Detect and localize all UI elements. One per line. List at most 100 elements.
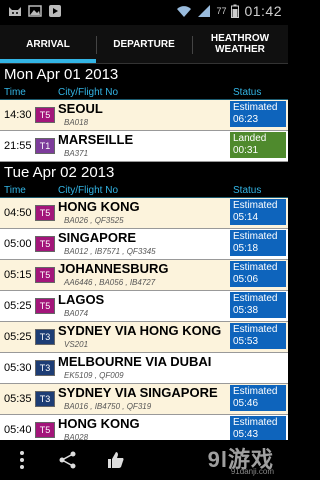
terminal-badge: T5	[35, 298, 55, 314]
flight-list[interactable]: Mon Apr 01 2013 Time City/Flight No Status 1…	[0, 64, 288, 440]
column-time-label: Time	[4, 87, 26, 98]
status-badge: Estimated 05:38	[230, 292, 286, 318]
flight-numbers: BA028	[64, 433, 89, 440]
flight-time: 05:25	[4, 331, 32, 343]
flight-row[interactable]: 05:00 T5 SINGAPORE BA012 , IB7571 , QF3345 E…	[0, 229, 288, 260]
flight-row[interactable]: 05:35 T3 SYDNEY VIA SINGAPORE BA016 , IB475…	[0, 384, 288, 415]
tab-departure[interactable]: DEPARTURE	[96, 25, 192, 63]
column-time-label: Time	[4, 185, 26, 196]
flight-time: 05:30	[4, 362, 32, 374]
tab-bar: ARRIVAL DEPARTURE HEATHROW WEATHER	[0, 25, 288, 64]
status-badge: Estimated 05:18	[230, 230, 286, 256]
column-status-label: Status	[233, 87, 262, 98]
status-badge: Estimated 05:14	[230, 199, 286, 225]
share-icon[interactable]	[58, 450, 78, 470]
column-header: Time City/Flight No Status	[0, 86, 288, 100]
flight-row[interactable]: 14:30 T5 SEOUL BA018 Estimated 06:23	[0, 100, 288, 131]
terminal-badge: T3	[35, 329, 55, 345]
flight-numbers: AA6446 , BA056 , IB4727	[64, 278, 156, 287]
flight-row[interactable]: 05:25 T5 LAGOS BA074 Estimated 05:38	[0, 291, 288, 322]
status-label: Landed	[233, 133, 267, 144]
terminal-badge: T3	[35, 360, 55, 376]
column-header: Time City/Flight No Status	[0, 184, 288, 198]
terminal-badge: T5	[35, 267, 55, 283]
status-badge: Estimated 06:23	[230, 101, 286, 127]
flight-time: 05:15	[4, 269, 32, 281]
status-label: Estimated	[233, 293, 278, 304]
tab-arrival-label: ARRIVAL	[26, 38, 70, 50]
like-icon[interactable]	[106, 450, 126, 470]
status-label: Estimated	[233, 200, 278, 211]
flight-time: 05:25	[4, 300, 32, 312]
flight-row[interactable]: 05:40 T5 HONG KONG BA028 Estimated 05:43	[0, 415, 288, 440]
status-bar: 77 01:42	[0, 0, 288, 25]
flight-city: HONG KONG	[58, 199, 140, 214]
tab-divider	[96, 36, 97, 54]
flight-city: MELBOURNE VIA DUBAI	[58, 354, 212, 369]
flight-time: 21:55	[4, 140, 32, 152]
status-label: Estimated	[233, 324, 278, 335]
status-time: 05:43	[233, 429, 259, 440]
image-icon	[28, 5, 42, 17]
flight-city: SYDNEY VIA HONG KONG	[58, 323, 222, 338]
status-time: 05:18	[233, 243, 259, 254]
status-badge: Estimated 05:43	[230, 416, 286, 440]
battery-level: 77	[216, 6, 227, 16]
status-badge: Estimated 05:46	[230, 385, 286, 411]
tab-departure-label: DEPARTURE	[113, 38, 175, 50]
terminal-badge: T5	[35, 236, 55, 252]
date-header: Tue Apr 02 2013	[4, 164, 115, 181]
column-city-label: City/Flight No	[58, 87, 119, 98]
tab-weather-label: HEATHROW WEATHER	[210, 33, 270, 55]
flight-numbers: BA016 , IB4750 , QF319	[64, 402, 152, 411]
flight-row[interactable]: 21:55 T1 MARSEILLE BA371 Landed 00:31	[0, 131, 288, 162]
flight-numbers: VS201	[64, 340, 89, 349]
terminal-badge: T5	[35, 107, 55, 123]
flight-time: 04:50	[4, 207, 32, 219]
flight-row[interactable]: 05:25 T3 SYDNEY VIA HONG KONG VS201 Estimate…	[0, 322, 288, 353]
flight-city: LAGOS	[58, 292, 105, 307]
tab-divider	[192, 36, 193, 54]
flight-row[interactable]: 05:30 T3 MELBOURNE VIA DUBAI EK5109 , QF009	[0, 353, 288, 384]
tab-arrival[interactable]: ARRIVAL	[0, 25, 96, 63]
flight-city: HONG KONG	[58, 416, 140, 431]
flight-numbers: BA371	[64, 149, 89, 158]
signal-icon	[198, 5, 211, 17]
clock: 01:42	[244, 3, 282, 19]
column-status-label: Status	[233, 185, 262, 196]
action-bar: 9l游戏 91danji.com	[0, 440, 288, 480]
play-store-icon	[49, 5, 61, 17]
battery-icon	[231, 4, 240, 18]
status-time: 05:46	[233, 398, 259, 409]
flight-city: SEOUL	[58, 101, 103, 116]
flight-city: SYDNEY VIA SINGAPORE	[58, 385, 218, 400]
status-label: Estimated	[233, 417, 278, 428]
status-badge: Estimated 05:06	[230, 261, 286, 287]
status-label: Estimated	[233, 262, 278, 273]
flight-row[interactable]: 04:50 T5 HONG KONG BA026 , QF3525 Estimated 0…	[0, 198, 288, 229]
flight-time: 14:30	[4, 109, 32, 121]
terminal-badge: T1	[35, 138, 55, 154]
flight-numbers: BA026 , QF3525	[64, 216, 124, 225]
status-label: Estimated	[233, 386, 278, 397]
status-badge: Estimated 05:53	[230, 323, 286, 349]
column-city-label: City/Flight No	[58, 185, 119, 196]
flight-city: SINGAPORE	[58, 230, 137, 245]
watermark-url: 91danji.com	[230, 467, 274, 476]
terminal-badge: T3	[35, 391, 55, 407]
status-time: 00:31	[233, 145, 259, 156]
overflow-menu-icon[interactable]	[12, 450, 32, 470]
flight-city: MARSEILLE	[58, 132, 134, 147]
terminal-badge: T5	[35, 422, 55, 438]
status-label: Estimated	[233, 231, 278, 242]
terminal-badge: T5	[35, 205, 55, 221]
flight-row[interactable]: 05:15 T5 JOHANNESBURG AA6446 , BA056 , IB47…	[0, 260, 288, 291]
date-header: Mon Apr 01 2013	[4, 66, 119, 83]
flight-time: 05:40	[4, 424, 32, 436]
flight-city: JOHANNESBURG	[58, 261, 169, 276]
status-label: Estimated	[233, 102, 278, 113]
status-time: 05:38	[233, 305, 259, 316]
status-time: 05:06	[233, 274, 259, 285]
flight-time: 05:00	[4, 238, 32, 250]
tab-heathrow-weather[interactable]: HEATHROW WEATHER	[192, 25, 288, 63]
